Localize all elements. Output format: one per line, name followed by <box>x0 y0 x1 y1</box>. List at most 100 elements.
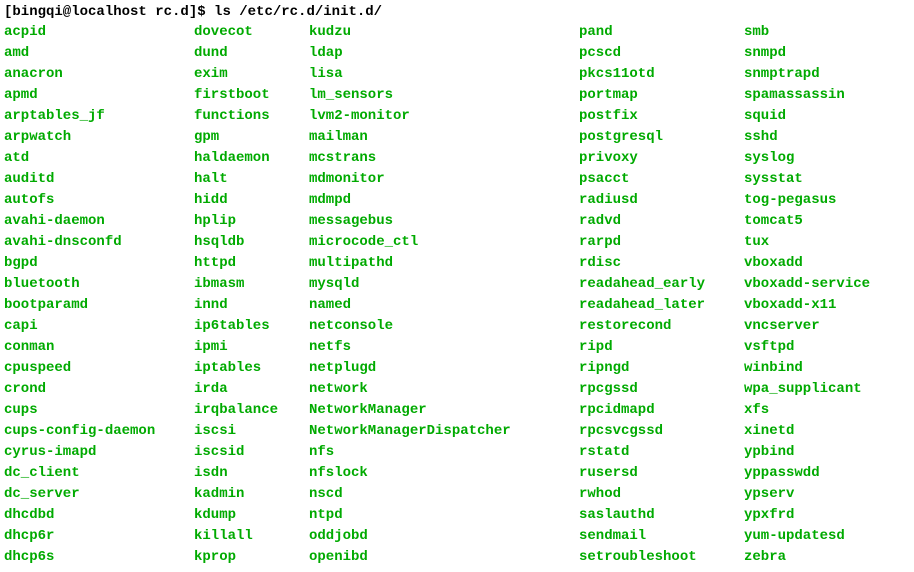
directory-listing: acpidamdanacronapmdarptables_jfarpwatcha… <box>4 22 910 568</box>
file-entry: vboxadd-x11 <box>744 295 888 316</box>
file-entry: rpcsvcgssd <box>579 421 744 442</box>
file-entry: auditd <box>4 169 194 190</box>
file-entry: named <box>309 295 579 316</box>
file-entry: mcstrans <box>309 148 579 169</box>
file-entry: cups <box>4 400 194 421</box>
file-entry: functions <box>194 106 309 127</box>
file-entry: postfix <box>579 106 744 127</box>
file-entry: postgresql <box>579 127 744 148</box>
file-entry: setroubleshoot <box>579 547 744 568</box>
file-entry: rwhod <box>579 484 744 505</box>
file-entry: oddjobd <box>309 526 579 547</box>
file-entry: dund <box>194 43 309 64</box>
shell-prompt-line: [bingqi@localhost rc.d]$ ls /etc/rc.d/in… <box>4 4 910 20</box>
file-entry: yum-updatesd <box>744 526 888 547</box>
file-entry: nfslock <box>309 463 579 484</box>
file-entry: mdmpd <box>309 190 579 211</box>
file-entry: readahead_early <box>579 274 744 295</box>
file-entry: pkcs11otd <box>579 64 744 85</box>
file-entry: saslauthd <box>579 505 744 526</box>
file-entry: irda <box>194 379 309 400</box>
file-entry: netfs <box>309 337 579 358</box>
file-entry: autofs <box>4 190 194 211</box>
file-entry: innd <box>194 295 309 316</box>
file-entry: bgpd <box>4 253 194 274</box>
file-entry: mailman <box>309 127 579 148</box>
file-entry: hplip <box>194 211 309 232</box>
file-entry: vboxadd <box>744 253 888 274</box>
listing-column-1: acpidamdanacronapmdarptables_jfarpwatcha… <box>4 22 194 568</box>
listing-column-5: smbsnmpdsnmptrapdspamassassinsquidsshdsy… <box>744 22 888 568</box>
file-entry: firstboot <box>194 85 309 106</box>
file-entry: xfs <box>744 400 888 421</box>
file-entry: lisa <box>309 64 579 85</box>
file-entry: cups-config-daemon <box>4 421 194 442</box>
file-entry: psacct <box>579 169 744 190</box>
file-entry: nfs <box>309 442 579 463</box>
file-entry: NetworkManagerDispatcher <box>309 421 579 442</box>
file-entry: pcscd <box>579 43 744 64</box>
file-entry: portmap <box>579 85 744 106</box>
file-entry: acpid <box>4 22 194 43</box>
file-entry: capi <box>4 316 194 337</box>
file-entry: ntpd <box>309 505 579 526</box>
file-entry: messagebus <box>309 211 579 232</box>
file-entry: microcode_ctl <box>309 232 579 253</box>
listing-column-3: kudzuldaplisalm_sensorslvm2-monitormailm… <box>309 22 579 568</box>
file-entry: bluetooth <box>4 274 194 295</box>
file-entry: dc_client <box>4 463 194 484</box>
file-entry: netplugd <box>309 358 579 379</box>
file-entry: conman <box>4 337 194 358</box>
file-entry: cyrus-imapd <box>4 442 194 463</box>
file-entry: xinetd <box>744 421 888 442</box>
file-entry: arptables_jf <box>4 106 194 127</box>
prompt-command: ls /etc/rc.d/init.d/ <box>214 4 382 20</box>
file-entry: exim <box>194 64 309 85</box>
file-entry: tux <box>744 232 888 253</box>
file-entry: crond <box>4 379 194 400</box>
file-entry: sysstat <box>744 169 888 190</box>
file-entry: NetworkManager <box>309 400 579 421</box>
file-entry: rusersd <box>579 463 744 484</box>
file-entry: radvd <box>579 211 744 232</box>
file-entry: haldaemon <box>194 148 309 169</box>
file-entry: httpd <box>194 253 309 274</box>
file-entry: gpm <box>194 127 309 148</box>
prompt-user-host: [bingqi@localhost rc.d]$ <box>4 4 206 20</box>
file-entry: tog-pegasus <box>744 190 888 211</box>
file-entry: dovecot <box>194 22 309 43</box>
file-entry: ripngd <box>579 358 744 379</box>
file-entry: ibmasm <box>194 274 309 295</box>
file-entry: kadmin <box>194 484 309 505</box>
file-entry: mysqld <box>309 274 579 295</box>
file-entry: dc_server <box>4 484 194 505</box>
file-entry: lm_sensors <box>309 85 579 106</box>
file-entry: bootparamd <box>4 295 194 316</box>
file-entry: atd <box>4 148 194 169</box>
file-entry: iscsid <box>194 442 309 463</box>
file-entry: dhcp6r <box>4 526 194 547</box>
file-entry: snmpd <box>744 43 888 64</box>
listing-column-2: dovecotdundeximfirstbootfunctionsgpmhald… <box>194 22 309 568</box>
file-entry: anacron <box>4 64 194 85</box>
file-entry: rpcgssd <box>579 379 744 400</box>
file-entry: kdump <box>194 505 309 526</box>
file-entry: ripd <box>579 337 744 358</box>
file-entry: sshd <box>744 127 888 148</box>
file-entry: arpwatch <box>4 127 194 148</box>
file-entry: hsqldb <box>194 232 309 253</box>
file-entry: amd <box>4 43 194 64</box>
file-entry: netconsole <box>309 316 579 337</box>
file-entry: vncserver <box>744 316 888 337</box>
file-entry: halt <box>194 169 309 190</box>
file-entry: isdn <box>194 463 309 484</box>
file-entry: mdmonitor <box>309 169 579 190</box>
file-entry: privoxy <box>579 148 744 169</box>
file-entry: sendmail <box>579 526 744 547</box>
file-entry: rarpd <box>579 232 744 253</box>
file-entry: nscd <box>309 484 579 505</box>
file-entry: ypbind <box>744 442 888 463</box>
file-entry: ip6tables <box>194 316 309 337</box>
file-entry: killall <box>194 526 309 547</box>
file-entry: ypxfrd <box>744 505 888 526</box>
